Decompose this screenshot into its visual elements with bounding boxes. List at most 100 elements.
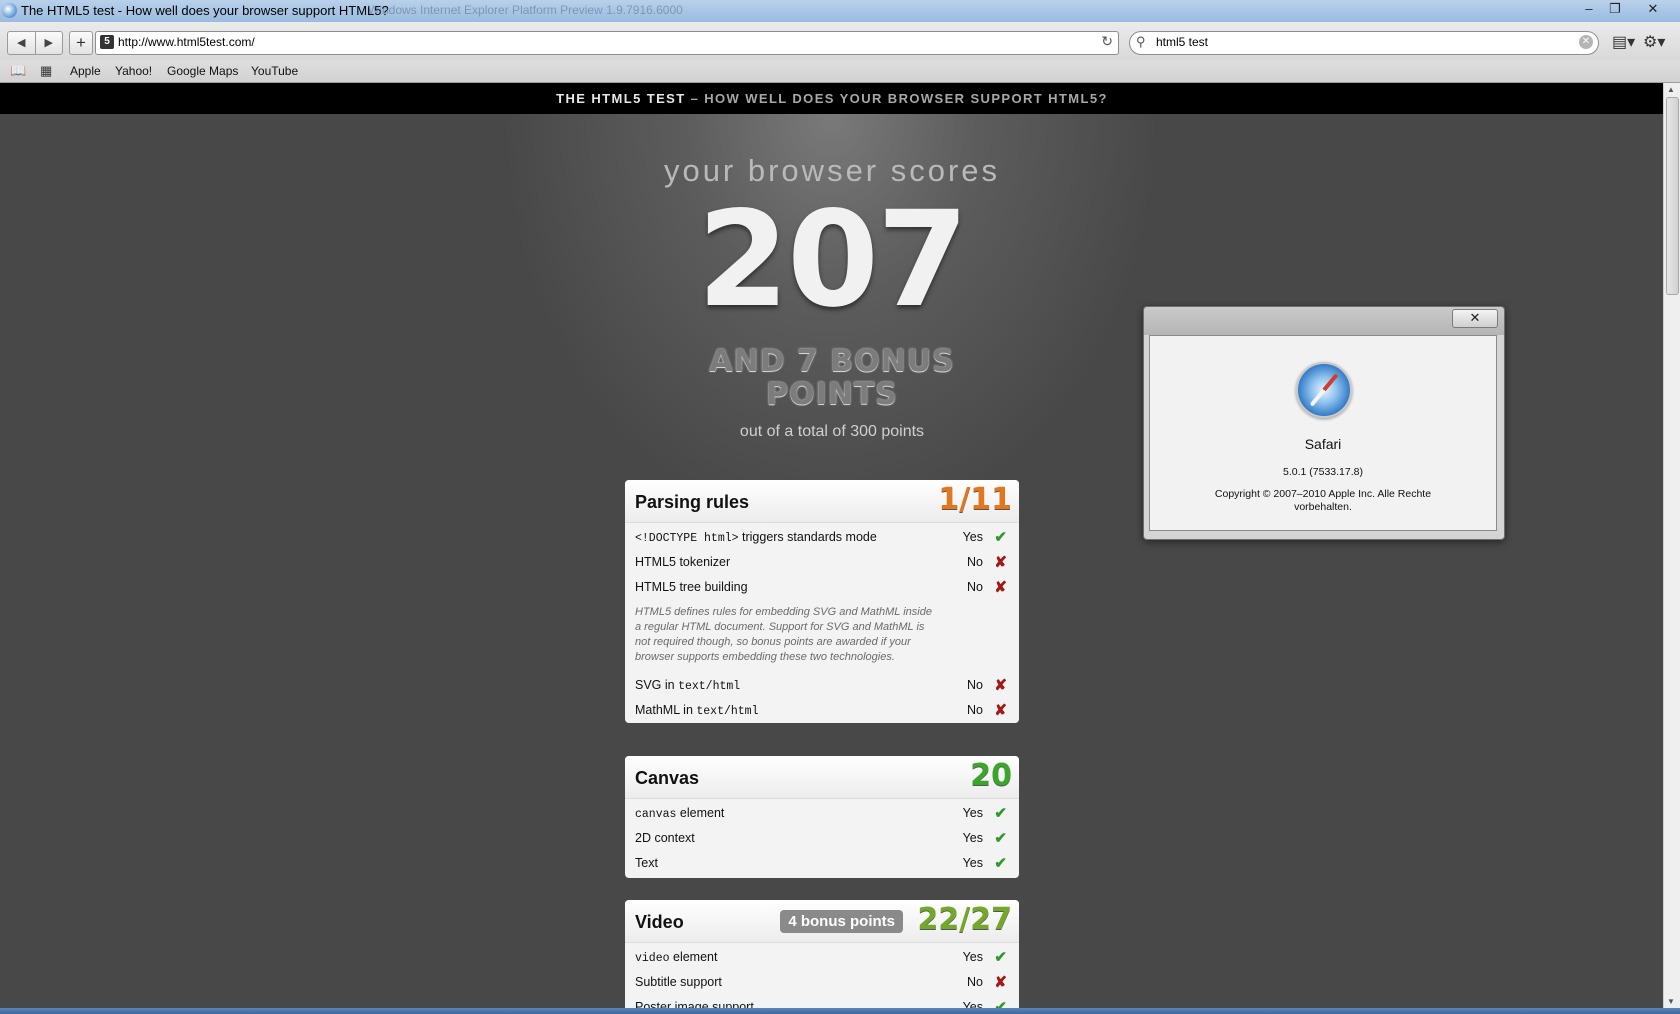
row-result: Yes	[962, 1000, 983, 1008]
close-window-button[interactable]: ✕	[1640, 1, 1666, 18]
app-version: 5.0.1 (7533.17.8)	[1283, 466, 1363, 478]
settings-gear-icon[interactable]: ⚙▾	[1643, 32, 1665, 52]
page-menu-icon[interactable]: ▤▾	[1612, 32, 1635, 52]
section-video: Video 4 bonus points 22/27 video element…	[625, 900, 1019, 1008]
test-row: canvas element Yes ✔	[625, 801, 1019, 826]
section-parsing-rules: Parsing rules 1/11 <!DOCTYPE html> trigg…	[625, 480, 1019, 723]
row-result: No	[967, 580, 983, 594]
test-row: Text Yes ✔	[625, 851, 1019, 876]
section-canvas: Canvas 20 canvas element Yes ✔ 2D contex…	[625, 756, 1019, 878]
window-title-bar: The HTML5 test - How well does your brow…	[0, 0, 1680, 22]
address-url[interactable]: http://www.html5test.com/	[118, 35, 255, 49]
cross-icon: ✘	[994, 974, 1007, 991]
check-icon: ✔	[994, 805, 1007, 822]
row-label: SVG in	[635, 678, 679, 692]
site-title: THE HTML5 TEST	[556, 91, 686, 106]
scroll-down-icon[interactable]: ▼	[1667, 997, 1675, 1006]
section-header: Video 4 bonus points 22/27	[625, 900, 1019, 943]
reload-icon[interactable]: ↻	[1101, 33, 1113, 50]
search-field[interactable]: ⚲ html5 test ✕	[1129, 31, 1599, 55]
bookmark-youtube[interactable]: YouTube	[251, 64, 298, 78]
section-score: 20	[970, 758, 1012, 793]
copyright-text: Copyright © 2007–2010 Apple Inc. Alle Re…	[1214, 488, 1432, 513]
test-row: HTML5 tree building No ✘	[625, 575, 1019, 600]
test-row: HTML5 tokenizer No ✘	[625, 550, 1019, 575]
row-label: triggers standards mode	[738, 530, 877, 544]
section-score: 22/27	[917, 902, 1012, 937]
about-safari-dialog: ✕ Safari 5.0.1 (7533.17.8) Copyright © 2…	[1143, 306, 1505, 540]
background-window-title: Windows Internet Explorer Platform Previ…	[368, 3, 683, 17]
check-icon: ✔	[994, 999, 1007, 1008]
search-query[interactable]: html5 test	[1156, 35, 1208, 49]
section-header: Parsing rules 1/11	[625, 480, 1019, 523]
clear-search-icon[interactable]: ✕	[1579, 35, 1593, 49]
add-bookmark-button[interactable]: +	[69, 31, 93, 55]
window-title: The HTML5 test - How well does your brow…	[21, 3, 389, 18]
site-subtitle: – HOW WELL DOES YOUR BROWSER SUPPORT HTM…	[685, 91, 1108, 106]
row-label: element	[676, 806, 725, 820]
restore-button[interactable]: ❐	[1602, 1, 1628, 18]
row-label: 2D context	[635, 831, 695, 845]
nav-buttons: ◀ ▶	[7, 31, 63, 55]
section-note: HTML5 defines rules for embedding SVG an…	[635, 606, 932, 663]
vertical-scrollbar[interactable]: ▲ ▼	[1663, 83, 1680, 1008]
check-icon: ✔	[994, 529, 1007, 546]
search-icon[interactable]: ⚲	[1136, 34, 1146, 50]
cross-icon: ✘	[994, 579, 1007, 596]
row-result: No	[967, 703, 983, 717]
test-row: MathML in text/html No ✘	[625, 698, 1019, 723]
site-favicon-icon: 5	[100, 35, 114, 49]
row-result: Yes	[962, 856, 983, 870]
test-row: Subtitle support No ✘	[625, 970, 1019, 995]
test-row: Poster image support Yes ✔	[625, 995, 1019, 1008]
code-canvas: canvas	[635, 808, 677, 821]
bookmark-yahoo[interactable]: Yahoo!	[115, 64, 152, 78]
bookmark-google-maps[interactable]: Google Maps	[167, 64, 238, 78]
minimize-button[interactable]: –	[1576, 1, 1602, 18]
section-title: Video	[635, 912, 684, 932]
test-row: SVG in text/html No ✘	[625, 673, 1019, 698]
section-title: Parsing rules	[635, 492, 750, 512]
row-label: Poster image support	[635, 1000, 754, 1008]
check-icon: ✔	[994, 855, 1007, 872]
section-header: Canvas 20	[625, 756, 1019, 799]
scroll-up-icon[interactable]: ▲	[1667, 85, 1675, 94]
row-result: No	[967, 975, 983, 989]
code-mime: text/html	[678, 680, 741, 693]
row-result: Yes	[962, 530, 983, 544]
safari-app-icon[interactable]	[2, 3, 17, 18]
reading-list-icon[interactable]: 📖	[10, 63, 26, 79]
row-label: Text	[635, 856, 658, 870]
site-header: THE HTML5 TEST – HOW WELL DOES YOUR BROW…	[0, 83, 1664, 114]
check-icon: ✔	[994, 830, 1007, 847]
code-mime: text/html	[696, 705, 759, 718]
scroll-thumb[interactable]	[1666, 97, 1679, 295]
top-sites-grid-icon[interactable]: ▦	[40, 63, 52, 79]
back-button[interactable]: ◀	[8, 32, 36, 54]
cross-icon: ✘	[994, 677, 1007, 694]
row-label: MathML in	[635, 703, 697, 717]
address-bar[interactable]: 5 http://www.html5test.com/ ↻	[95, 31, 1119, 55]
code-video: video	[635, 952, 670, 965]
row-result: Yes	[962, 806, 983, 820]
safari-compass-icon	[1296, 362, 1352, 418]
web-page: THE HTML5 TEST – HOW WELL DOES YOUR BROW…	[0, 83, 1664, 1008]
row-result: No	[967, 678, 983, 692]
test-row: video element Yes ✔	[625, 945, 1019, 970]
dialog-close-button[interactable]: ✕	[1452, 309, 1498, 328]
browser-toolbar: ◀ ▶ + 5 http://www.html5test.com/ ↻ ⚲ ht…	[0, 22, 1680, 60]
row-label: HTML5 tree building	[635, 580, 748, 594]
bookmarks-bar: 📖 ▦ Apple Yahoo! Google Maps YouTube	[0, 60, 1680, 83]
cross-icon: ✘	[994, 554, 1007, 571]
bookmark-apple[interactable]: Apple	[70, 64, 101, 78]
row-result: Yes	[962, 831, 983, 845]
code-doctype: <!DOCTYPE html>	[635, 532, 739, 545]
taskbar	[0, 1008, 1680, 1014]
row-label: Subtitle support	[635, 975, 722, 989]
section-score: 1/11	[938, 482, 1012, 517]
forward-button[interactable]: ▶	[36, 32, 63, 54]
test-row: 2D context Yes ✔	[625, 826, 1019, 851]
row-label: HTML5 tokenizer	[635, 555, 731, 569]
test-row: <!DOCTYPE html> triggers standards mode …	[625, 525, 1019, 550]
section-title: Canvas	[635, 768, 700, 788]
